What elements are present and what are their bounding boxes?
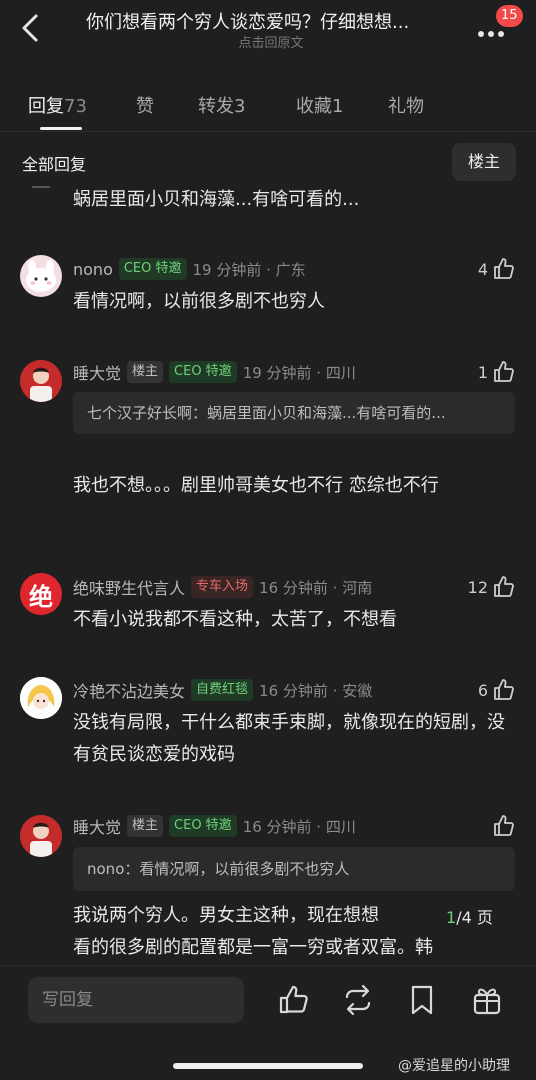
username[interactable]: 睡大觉 [73,814,121,838]
tab-likes[interactable]: 赞 [136,92,154,118]
quoted-reply[interactable]: 七个汉子好长啊：蜗居里面小贝和海藻...有啥可看的... [73,392,515,434]
user-badge: 自费红毯 [191,679,254,701]
owner-badge: 楼主 [127,361,164,383]
gift-icon[interactable] [470,983,504,1017]
watermark: @爱追星的小助理 [398,1058,510,1074]
back-to-post-link[interactable]: 点击回原文 [86,32,456,51]
tab-reposts[interactable]: 转发3 [198,92,245,118]
owner-only-filter-button[interactable]: 楼主 [452,143,516,181]
like-count: 12 [467,577,488,597]
time-location: 16 分钟前 · 四川 [242,817,356,836]
comment-text: 看情况啊，以前很多剧不也穷人 [73,291,325,312]
thumbs-up-icon [494,258,514,279]
avatar[interactable] [20,815,62,857]
comment-meta: nono CEO 特邀 19 分钟前 · 广东 [73,256,306,282]
tab-favorites-label: 收藏 [296,96,332,117]
avatar[interactable] [20,677,62,719]
repost-icon[interactable] [341,983,375,1017]
all-replies-heading: 全部回复 [22,155,87,174]
tab-replies-count: 73 [64,96,87,117]
comment-text: 不看小说我都不看这种，太苦了，不想看 [73,609,397,630]
thumbs-up-icon [494,679,514,700]
notification-badge: 15 [496,5,523,27]
comment-meta: 绝味野生代言人 专车入场 16 分钟前 · 河南 [73,574,372,600]
thumbs-up-icon [494,361,514,382]
tab-favorites[interactable]: 收藏1 [296,92,343,118]
quoted-reply[interactable]: nono：看情况啊，以前很多剧不也穷人 [73,847,515,891]
cartoon-girl-icon [20,677,62,719]
user-badge: CEO 特邀 [118,258,187,280]
like-post-thumbs-up-icon[interactable] [277,983,311,1017]
time-location: 19 分钟前 · 广东 [192,260,306,279]
current-page: 1 [446,908,457,927]
like-button[interactable]: 1 [478,359,516,385]
avatar[interactable] [20,255,62,297]
comment-text: 我也不想。。。剧里帅哥美女也不行 恋综也不行 [73,475,439,496]
tab-bar: 回复73 赞 转发3 收藏1 礼物 [0,84,536,132]
time-location: 19 分钟前 · 四川 [242,363,356,382]
cartoon-bunny-icon [26,260,56,292]
like-count: 6 [477,680,488,700]
bookmark-icon[interactable] [405,983,439,1017]
bottom-action-bar: 写回复 @爱追星的小助理 [0,965,536,1080]
username[interactable]: 睡大觉 [73,360,121,384]
username[interactable]: 绝味野生代言人 [73,575,185,599]
time-location: 16 分钟前 · 河南 [259,578,373,597]
active-tab-indicator [40,127,82,130]
like-count: 4 [477,259,488,279]
like-button[interactable]: 6 [478,677,516,703]
comment-meta: 睡大觉 楼主 CEO 特邀 19 分钟前 · 四川 [73,359,356,385]
like-button[interactable]: 4 [478,256,516,282]
like-button[interactable] [488,813,516,839]
top-bar: 你们想看两个穷人谈恋爱吗？仔细想想... 点击回原文 15 [0,0,536,60]
user-badge: 专车入场 [191,576,254,598]
comment-meta: 冷艳不沾边美女 自费红毯 16 分钟前 · 安徽 [73,677,372,703]
scrolled-avatar-edge [32,186,50,188]
avatar[interactable] [20,360,62,402]
tab-favorites-count: 1 [332,96,344,117]
tab-likes-label: 赞 [136,96,154,117]
comment-text-line: 我说两个穷人。男女主这种，现在想想 [73,905,379,926]
tab-reposts-count: 3 [234,96,246,117]
user-badge: CEO 特邀 [169,361,237,383]
tab-reposts-label: 转发 [198,96,234,117]
tab-gifts[interactable]: 礼物 [388,92,424,118]
thumbs-up-icon [494,815,514,836]
avatar[interactable]: 绝 [20,573,62,615]
comment-text-line: 看的很多剧的配置都是一富一穷或者双富。韩 [73,937,433,958]
person-photo-icon [20,360,62,402]
tab-replies[interactable]: 回复73 [28,92,87,118]
person-photo-icon [20,815,62,857]
reply-input[interactable]: 写回复 [28,977,244,1023]
tab-gifts-label: 礼物 [388,96,424,117]
username[interactable]: 冷艳不沾边美女 [73,678,185,702]
post-title[interactable]: 你们想看两个穷人谈恋爱吗？仔细想想... [86,8,456,34]
partial-comment-text: 蜗居里面小贝和海藻...有啥可看的... [73,189,360,210]
comment-meta: 睡大觉 楼主 CEO 特邀 16 分钟前 · 四川 [73,813,356,839]
user-badge: CEO 特邀 [169,815,237,837]
home-indicator[interactable] [173,1063,363,1069]
tab-replies-label: 回复 [28,96,64,117]
total-pages: /4 页 [456,908,493,927]
like-button[interactable]: 12 [468,574,516,600]
time-location: 16 分钟前 · 安徽 [259,681,373,700]
like-count: 1 [477,362,488,382]
owner-badge: 楼主 [127,815,164,837]
username[interactable]: nono [73,260,113,279]
thumbs-up-icon [494,576,514,597]
brand-logo-icon: 绝 [29,582,53,611]
page-indicator[interactable]: 1/4 页 [446,904,493,928]
comment-text: 没钱有局限，干什么都束手束脚，就像现在的短剧，没有贫民谈恋爱的戏码 [73,712,505,765]
back-arrow-icon[interactable] [16,10,46,46]
